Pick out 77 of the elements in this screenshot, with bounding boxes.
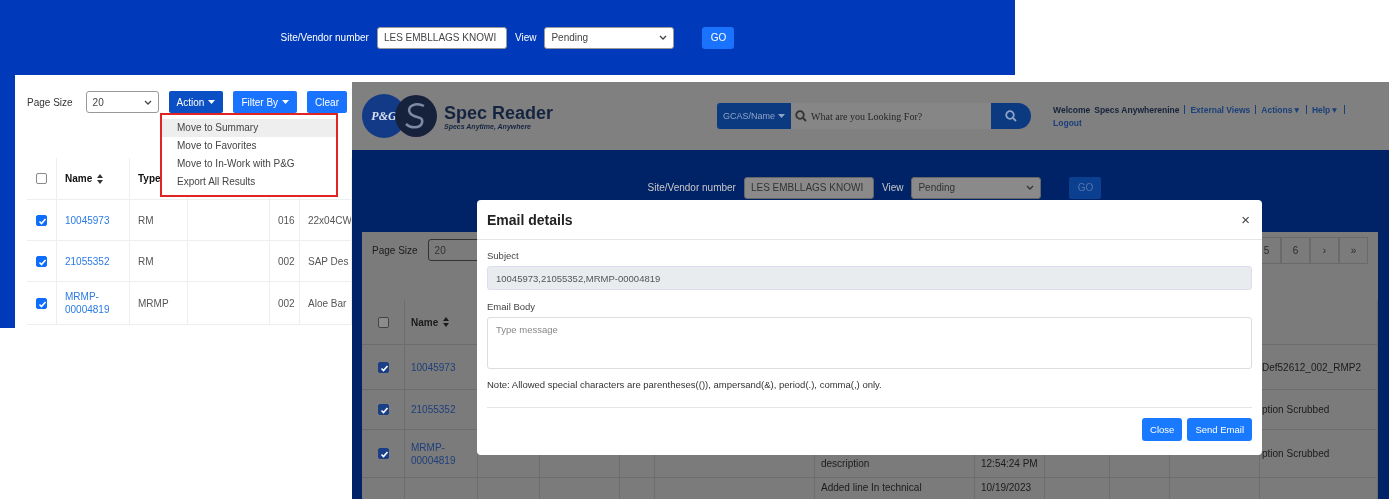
column-header: Type — [138, 173, 161, 184]
table-cell: Aloe Bar — [308, 297, 347, 309]
view-select[interactable]: Pending — [911, 176, 1042, 199]
name-link[interactable]: 21055352 — [65, 254, 110, 268]
site-label: Site/Vendor number — [280, 32, 369, 43]
header-link[interactable]: Actions▼ — [1261, 104, 1301, 115]
column-header: Name — [411, 316, 439, 328]
name-link[interactable]: MRMP-00004819 — [65, 290, 121, 316]
page-link[interactable]: › — [1310, 236, 1339, 264]
table-cell: 016 — [278, 214, 295, 226]
dropdown-button[interactable]: Action — [168, 91, 224, 113]
table-cell: Added line In technical — [815, 478, 975, 499]
menu-item[interactable]: Move to Summary — [162, 119, 336, 137]
site-label: Site/Vendor number — [647, 182, 736, 193]
header-link[interactable]: External Views — [1190, 104, 1251, 115]
search-scope-button[interactable]: GCAS/Name — [717, 103, 792, 129]
subject-field[interactable]: 10045973,21055352,MRMP-00004819 — [487, 266, 1252, 290]
chevron-icon — [1026, 185, 1035, 190]
caret-icon — [208, 100, 216, 104]
search-icon — [1005, 110, 1018, 122]
clear-button[interactable]: Clear — [307, 91, 347, 113]
checkbox[interactable] — [377, 404, 389, 415]
welcome-text: Welcome — [1053, 104, 1091, 115]
menu-item[interactable]: Export All Results — [162, 173, 336, 191]
chevron-icon — [143, 99, 152, 105]
checkbox[interactable] — [377, 361, 389, 373]
search-button[interactable] — [991, 103, 1032, 129]
welcome-text: Specs Anywherenine — [1094, 104, 1180, 115]
view-label: View — [514, 32, 537, 43]
menu-item[interactable]: Move to Favorites — [162, 137, 336, 155]
table-cell: SAP Des — [308, 255, 349, 267]
table-cell: 002 — [278, 297, 295, 309]
body-label: Email Body — [487, 301, 537, 312]
swirl-logo-icon — [394, 94, 438, 138]
checkbox[interactable] — [36, 214, 47, 226]
table-cell: RM — [138, 255, 154, 267]
name-link[interactable]: 10045973 — [65, 213, 110, 227]
page-size-label: Page Size — [372, 244, 418, 256]
chevron-icon — [659, 35, 668, 40]
site-select[interactable]: LES EMBLLAGS KNOWI — [743, 176, 874, 199]
caret-icon — [778, 114, 786, 118]
page-link[interactable]: » — [1339, 236, 1368, 264]
page-size-select[interactable]: 20 — [85, 91, 159, 113]
table-cell: 10/19/2023 — [975, 478, 1045, 499]
name-link[interactable]: 10045973 — [411, 360, 456, 374]
send-email-button[interactable]: Send Email — [1187, 418, 1252, 441]
search-field[interactable]: What are you Looking For? — [791, 103, 992, 129]
app-title: Spec Reader — [444, 102, 554, 123]
checkbox[interactable] — [36, 297, 47, 309]
table-cell: 22x04CW — [308, 214, 351, 226]
modal-title: Email details — [487, 211, 573, 228]
close-button[interactable]: × — [1241, 211, 1250, 228]
close-modal-button[interactable]: Close — [1142, 418, 1183, 441]
view-label: View — [881, 182, 904, 193]
checkbox[interactable] — [377, 448, 389, 459]
note-text: Note: Allowed special characters are parentheses(()), ampersand(&), period(.), comma(,) only. — [487, 379, 1252, 408]
caret-icon — [282, 100, 290, 104]
checkbox[interactable] — [377, 316, 389, 328]
table-cell: 002 — [278, 255, 295, 267]
page-link[interactable]: 6 — [1281, 236, 1310, 264]
table-cell: MRMP — [138, 297, 169, 309]
message-field[interactable]: Type message — [487, 317, 1252, 369]
search-icon — [795, 110, 808, 122]
column-header: Name — [65, 173, 93, 184]
header-link[interactable]: Help▼ — [1311, 104, 1339, 115]
dropdown-button[interactable]: Filter By — [233, 91, 298, 113]
menu-item[interactable]: Move to In-Work with P&G — [162, 155, 336, 173]
checkbox[interactable] — [36, 255, 47, 267]
view-select[interactable]: Pending — [544, 26, 675, 49]
checkbox[interactable] — [36, 173, 47, 184]
name-link[interactable]: 21055352 — [411, 403, 456, 416]
site-select[interactable]: LES EMBLLAGS KNOWI — [376, 26, 507, 49]
page-size-label: Page Size — [27, 96, 73, 108]
table-cell: RM — [138, 214, 154, 226]
header-link[interactable]: Logout — [1053, 117, 1082, 128]
name-link[interactable]: MRMP-00004819 — [411, 440, 471, 467]
go-button[interactable]: GO — [702, 26, 735, 49]
